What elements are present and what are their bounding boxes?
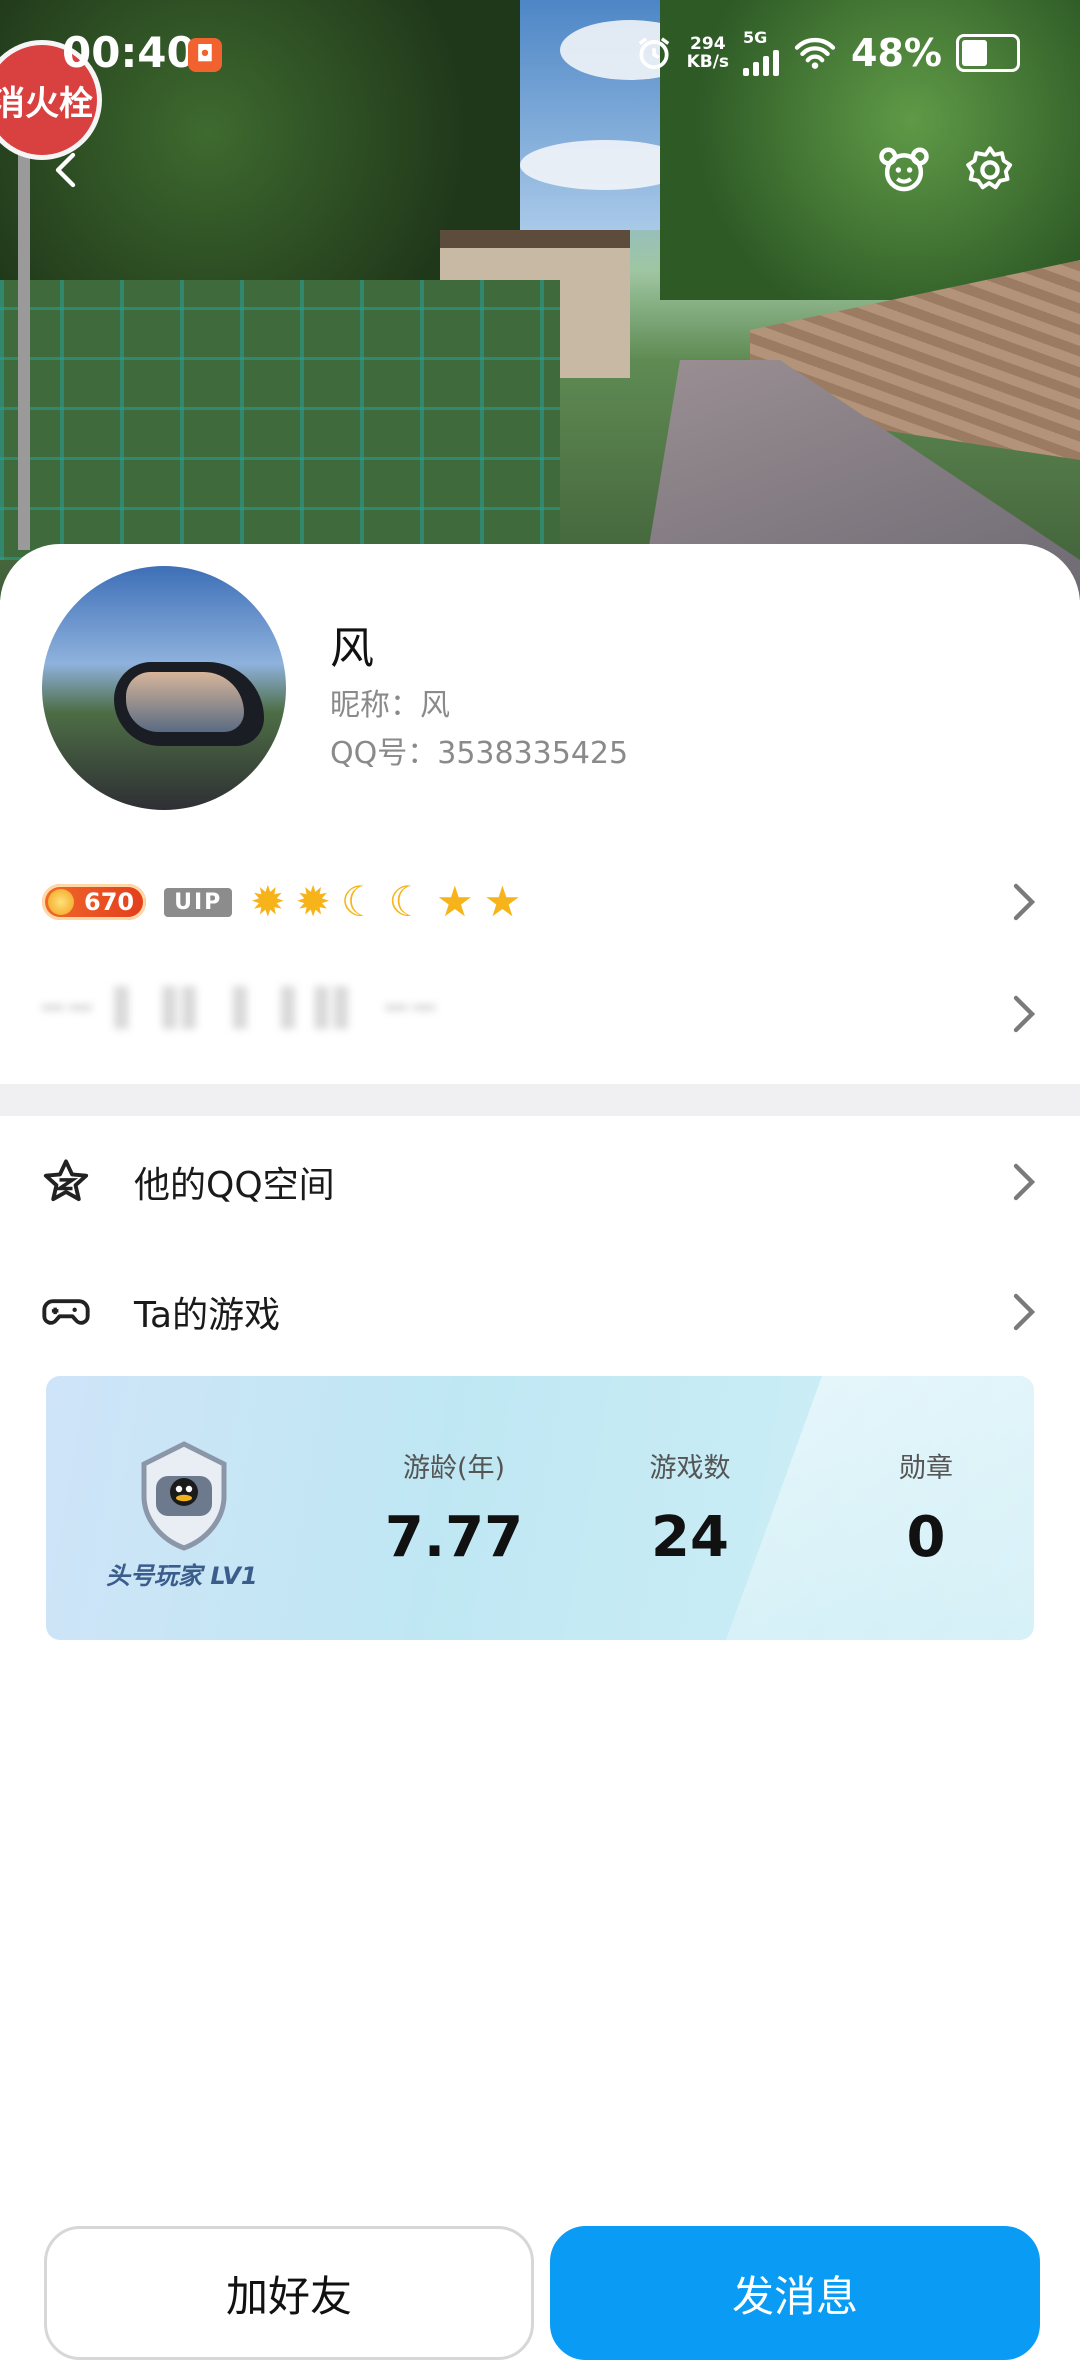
- status-bar: 00:40 ◘ 294 KB/s 5G 48%: [0, 0, 1080, 110]
- games-menu-item[interactable]: Ta的游戏: [0, 1262, 1080, 1362]
- player-level-label: 头号玩家 LV1: [106, 1562, 258, 1590]
- profile-nickname: 昵称：风: [330, 688, 450, 723]
- send-message-button[interactable]: 发消息: [550, 2226, 1040, 2360]
- sun-icon: ✹: [295, 877, 331, 926]
- status-right: 294 KB/s 5G 48%: [635, 30, 1020, 76]
- signal-icon: [743, 46, 780, 76]
- wifi-icon: [794, 37, 836, 69]
- network-type: 5G: [743, 30, 780, 76]
- coin-icon: [48, 889, 74, 915]
- chevron-right-icon: [1004, 1162, 1044, 1202]
- player-level-badge-icon: [141, 1441, 227, 1551]
- net-speed: 294 KB/s: [686, 34, 730, 72]
- gamepad-icon: [42, 1299, 90, 1325]
- battery-percent: 48%: [851, 31, 942, 75]
- avatar[interactable]: [42, 566, 286, 810]
- section-divider: [0, 1084, 1080, 1116]
- qzone-star-icon: [43, 1159, 89, 1202]
- star-icon: ★: [436, 877, 474, 926]
- level-icons: ✹ ✹ ☾ ☾ ★ ★: [250, 878, 521, 926]
- stat-game-count: 游戏数 24: [649, 1453, 731, 1570]
- app-notification-icon: ◘: [188, 38, 222, 72]
- add-friend-button[interactable]: 加好友: [44, 2226, 534, 2360]
- qzone-menu-item[interactable]: 他的QQ空间: [0, 1132, 1080, 1232]
- game-stats-card[interactable]: 头号玩家 LV1 游龄(年) 7.77 游戏数 24 勋章 0: [46, 1376, 1034, 1640]
- chevron-right-icon: [1004, 1292, 1044, 1332]
- back-button[interactable]: [38, 140, 98, 200]
- sun-icon: ✹: [250, 877, 286, 926]
- chevron-left-icon: [55, 152, 76, 188]
- profile-qq-number: QQ号：3538335425: [330, 736, 629, 771]
- vip-level-row[interactable]: 670 UIP ✹ ✹ ☾ ☾ ★ ★: [42, 870, 1042, 934]
- stat-medals: 勋章 0: [899, 1453, 953, 1570]
- cover-fence: [0, 280, 560, 560]
- star-icon: ★: [483, 877, 522, 926]
- status-time: 00:40: [62, 28, 196, 77]
- alarm-icon: [638, 37, 669, 70]
- stat-game-years: 游龄(年) 7.77: [384, 1453, 524, 1570]
- gear-icon: [966, 146, 1013, 190]
- vip-badge: UIP: [164, 887, 233, 917]
- moon-icon: ☾: [340, 877, 379, 926]
- games-label: Ta的游戏: [134, 1295, 281, 1336]
- coin-badge: 670: [42, 884, 147, 920]
- pet-face-icon: [879, 147, 929, 192]
- profile-name: 风: [330, 623, 374, 674]
- blurred-info-row: ━━ ▌▐▌ ▌▐▐▌ ━━: [42, 988, 441, 1029]
- chevron-right-icon[interactable]: [1004, 882, 1044, 922]
- cover-sign-pole: [18, 150, 30, 550]
- qzone-label: 他的QQ空间: [134, 1165, 335, 1206]
- avatar-mirror-glass: [126, 672, 244, 732]
- chevron-right-icon[interactable]: [1004, 994, 1044, 1034]
- settings-button[interactable]: [960, 140, 1020, 200]
- battery-icon: [956, 34, 1020, 72]
- pet-button[interactable]: [874, 140, 934, 200]
- moon-icon: ☾: [388, 877, 427, 926]
